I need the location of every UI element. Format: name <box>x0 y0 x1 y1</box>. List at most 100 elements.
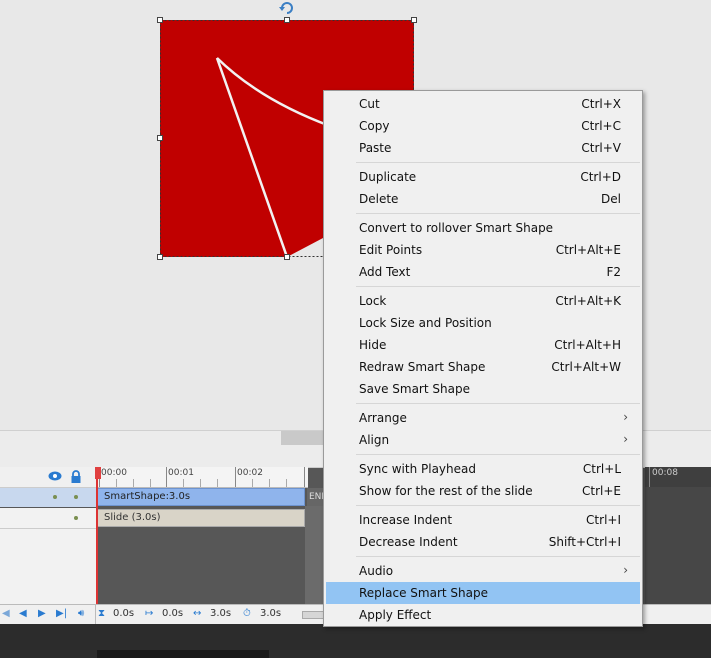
menu-item-arrange[interactable]: Arrange › <box>326 407 640 429</box>
menu-item-redraw-smart-shape[interactable]: Redraw Smart Shape Ctrl+Alt+W <box>326 356 640 378</box>
menu-item-convert-to-rollover-smart-shape[interactable]: Convert to rollover Smart Shape <box>326 217 640 239</box>
playhead-handle[interactable] <box>95 467 101 479</box>
timeline-ruler[interactable]: 00:00 00:01 00:02 <box>96 467 308 488</box>
menu-item-audio[interactable]: Audio › <box>326 560 640 582</box>
resize-handle-bottom-left[interactable] <box>157 254 163 260</box>
start-icon: ↦ <box>145 608 154 619</box>
menu-item-label: Sync with Playhead <box>359 462 476 476</box>
menu-item-label: Replace Smart Shape <box>359 586 488 600</box>
menu-item-shortcut: Ctrl+E <box>582 484 621 498</box>
menu-item-shortcut: Ctrl+Alt+K <box>555 294 621 308</box>
start-time: 0.0s <box>162 608 184 619</box>
menu-item-edit-points[interactable]: Edit Points Ctrl+Alt+E <box>326 239 640 261</box>
status-bar-segment <box>97 650 269 658</box>
playhead[interactable] <box>96 467 98 604</box>
lock-dot[interactable] <box>74 495 78 499</box>
menu-item-label: Copy <box>359 119 390 133</box>
menu-item-delete[interactable]: Delete Del <box>326 188 640 210</box>
resize-handle-top-right[interactable] <box>411 17 417 23</box>
rotate-icon[interactable] <box>278 0 296 14</box>
menu-item-label: Convert to rollover Smart Shape <box>359 221 554 235</box>
menu-item-shortcut: Shift+Ctrl+I <box>548 535 621 549</box>
ruler-label: 00:01 <box>168 468 194 478</box>
menu-item-shortcut: Ctrl+Alt+W <box>551 360 621 374</box>
menu-item-lock-size-and-position[interactable]: Lock Size and Position <box>326 312 640 334</box>
menu-item-label: Edit Points <box>359 243 423 257</box>
ruler-label: 00:00 <box>101 468 127 478</box>
current-time: 0.0s <box>113 608 135 619</box>
layer-row-slide[interactable] <box>0 508 96 529</box>
menu-item-shortcut: Ctrl+I <box>586 513 621 527</box>
menu-item-shortcut: Ctrl+V <box>581 141 621 155</box>
menu-item-label: Add Text <box>359 265 411 279</box>
layer-row-smartshape[interactable] <box>0 488 96 507</box>
resize-handle-bottom[interactable] <box>284 254 290 260</box>
menu-item-copy[interactable]: Copy Ctrl+C <box>326 115 640 137</box>
eye-icon[interactable] <box>48 470 62 485</box>
scrollbar-thumb[interactable] <box>281 431 327 445</box>
menu-separator <box>356 454 640 455</box>
resize-handle-top[interactable] <box>284 17 290 23</box>
menu-item-label: Lock <box>359 294 387 308</box>
hourglass-icon: ⧗ <box>98 608 106 619</box>
menu-item-paste[interactable]: Paste Ctrl+V <box>326 137 640 159</box>
menu-item-label: Align <box>359 433 390 447</box>
play-icon[interactable]: ▶ <box>38 608 46 619</box>
menu-item-label: Hide <box>359 338 387 352</box>
menu-item-lock[interactable]: Lock Ctrl+Alt+K <box>326 290 640 312</box>
menu-item-add-text[interactable]: Add Text F2 <box>326 261 640 283</box>
menu-item-label: Lock Size and Position <box>359 316 492 330</box>
menu-separator <box>356 213 640 214</box>
menu-separator <box>356 403 640 404</box>
menu-item-align[interactable]: Align › <box>326 429 640 451</box>
menu-item-shortcut: Ctrl+L <box>582 462 621 476</box>
menu-item-show-for-the-rest-of-the-slide[interactable]: Show for the rest of the slide Ctrl+E <box>326 480 640 502</box>
visibility-dot[interactable] <box>53 495 57 499</box>
audio-icon[interactable]: 🔊︎ <box>78 608 84 619</box>
menu-item-replace-smart-shape[interactable]: Replace Smart Shape <box>326 582 640 604</box>
step-back-icon[interactable]: ◀ <box>19 608 27 619</box>
menu-item-apply-effect[interactable]: Apply Effect <box>326 604 640 626</box>
timeline-bar-smartshape[interactable]: SmartShape:3.0s <box>97 488 305 506</box>
menu-item-shortcut: Ctrl+Alt+E <box>555 243 621 257</box>
lock-icon[interactable] <box>71 470 81 486</box>
menu-separator <box>356 162 640 163</box>
menu-separator <box>356 556 640 557</box>
menu-item-shortcut: Ctrl+C <box>581 119 621 133</box>
timeline-header-left <box>0 467 96 488</box>
timeline-ruler-right: 00:08 <box>645 467 711 487</box>
menu-item-shortcut: Ctrl+Alt+H <box>554 338 621 352</box>
menu-item-hide[interactable]: Hide Ctrl+Alt+H <box>326 334 640 356</box>
menu-item-duplicate[interactable]: Duplicate Ctrl+D <box>326 166 640 188</box>
resize-handle-top-left[interactable] <box>157 17 163 23</box>
menu-item-shortcut: F2 <box>606 265 621 279</box>
duration-icon: ↔ <box>193 608 202 619</box>
ruler-label: 00:02 <box>237 468 263 478</box>
resize-handle-left[interactable] <box>157 135 163 141</box>
submenu-arrow-icon: › <box>623 410 628 424</box>
menu-item-shortcut: Ctrl+X <box>581 97 621 111</box>
layer-list-empty <box>0 529 96 604</box>
rewind-icon[interactable]: ◀ <box>2 608 10 619</box>
total-time: 3.0s <box>260 608 282 619</box>
menu-item-label: Redraw Smart Shape <box>359 360 486 374</box>
menu-item-label: Delete <box>359 192 399 206</box>
menu-separator <box>356 505 640 506</box>
submenu-arrow-icon: › <box>623 563 628 577</box>
timeline-bar-slide[interactable]: Slide (3.0s) <box>97 509 305 527</box>
menu-item-sync-with-playhead[interactable]: Sync with Playhead Ctrl+L <box>326 458 640 480</box>
duration-time: 3.0s <box>210 608 232 619</box>
end-icon[interactable]: ▶| <box>56 608 67 619</box>
menu-item-shortcut: Del <box>601 192 621 206</box>
menu-item-label: Cut <box>359 97 380 111</box>
menu-item-decrease-indent[interactable]: Decrease Indent Shift+Ctrl+I <box>326 531 640 553</box>
menu-item-label: Duplicate <box>359 170 417 184</box>
menu-item-label: Paste <box>359 141 392 155</box>
menu-item-cut[interactable]: Cut Ctrl+X <box>326 93 640 115</box>
menu-item-save-smart-shape[interactable]: Save Smart Shape <box>326 378 640 400</box>
menu-item-label: Save Smart Shape <box>359 382 470 396</box>
menu-item-increase-indent[interactable]: Increase Indent Ctrl+I <box>326 509 640 531</box>
context-menu: Cut Ctrl+X Copy Ctrl+C Paste Ctrl+V Duplicate C… <box>323 90 643 627</box>
menu-item-label: Apply Effect <box>359 608 432 622</box>
lock-dot[interactable] <box>74 516 78 520</box>
